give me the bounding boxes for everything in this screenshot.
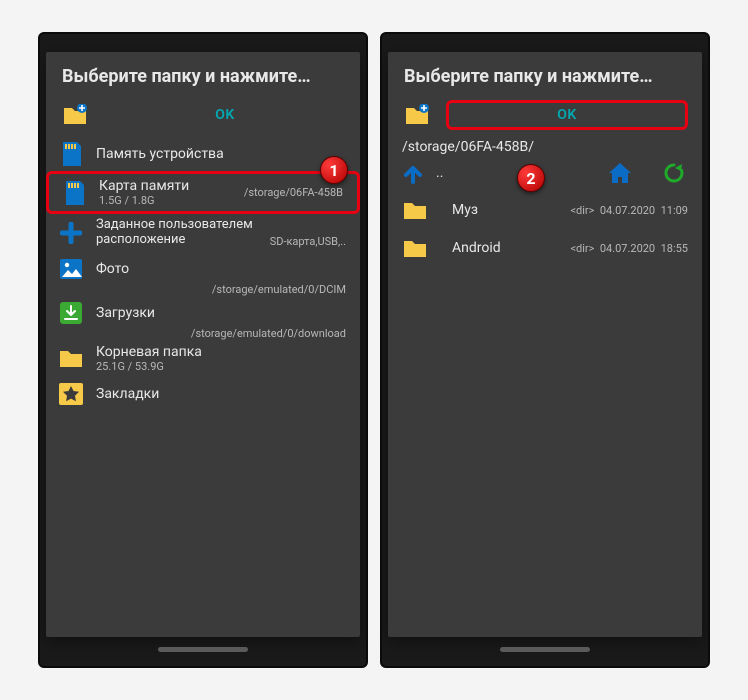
item-label: Заданное пользователем расположение	[96, 218, 270, 248]
storage-list: Память устройства Карта памяти 1.5G / 1.…	[46, 133, 360, 415]
download-icon	[58, 300, 84, 326]
folder-dialog: Выберите папку и нажмите… OK Память устр…	[46, 52, 360, 637]
star-icon	[58, 381, 84, 407]
home-indicator	[500, 647, 590, 652]
dialog-title: Выберите папку и нажмите…	[46, 52, 360, 97]
folder-meta: <dir> 04.07.2020 11:09	[570, 204, 688, 217]
home-indicator	[158, 647, 248, 652]
item-downloads[interactable]: Загрузки /storage/emulated/0/download	[46, 296, 360, 330]
ok-button[interactable]: OK	[446, 100, 688, 130]
nav-up[interactable]: ..	[402, 162, 580, 184]
phone-left: Выберите папку и нажмите… OK Память устр…	[38, 32, 368, 668]
folder-name: Android	[452, 240, 570, 256]
current-path: /storage/06FA-458B/	[388, 133, 702, 155]
ok-button[interactable]: OK	[104, 107, 346, 123]
annotation-badge-1: 1	[320, 156, 348, 184]
item-sublabel: 1.5G / 1.8G	[99, 194, 244, 207]
sd-icon	[61, 180, 87, 206]
folder-icon	[402, 197, 428, 223]
item-path: /storage/emulated/0/DCIM	[212, 283, 346, 296]
item-label: Карта памяти	[99, 178, 244, 194]
up-label: ..	[436, 165, 443, 181]
new-folder-button[interactable]	[402, 103, 432, 127]
annotation-badge-2: 2	[517, 164, 545, 192]
item-path: SD-карта,USB,..	[270, 235, 346, 248]
file-list: Муз <dir> 04.07.2020 11:09 Android <dir>…	[388, 191, 702, 267]
item-bookmarks[interactable]: Закладки	[46, 377, 360, 411]
item-label: Память устройства	[96, 146, 346, 162]
folder-row[interactable]: Android <dir> 04.07.2020 18:55	[390, 229, 700, 267]
nav-refresh-icon[interactable]	[660, 159, 688, 187]
phone-right: Выберите папку и нажмите… OK /storage/06…	[380, 32, 710, 668]
item-photos[interactable]: Фото /storage/emulated/0/DCIM	[46, 252, 360, 286]
sd-icon	[58, 141, 84, 167]
dialog-toolbar: OK	[388, 97, 702, 133]
nav-home-icon[interactable]	[606, 159, 634, 187]
folder-meta: <dir> 04.07.2020 18:55	[570, 242, 688, 255]
folder-name: Муз	[452, 202, 570, 218]
folder-icon	[402, 235, 428, 261]
item-sublabel: 25.1G / 53.9G	[96, 360, 346, 373]
folder-icon	[58, 345, 84, 371]
photo-icon	[58, 256, 84, 282]
plus-icon	[58, 220, 84, 246]
item-path: /storage/06FA-458B	[244, 186, 343, 199]
item-label: Фото	[96, 261, 346, 277]
folder-dialog: Выберите папку и нажмите… OK /storage/06…	[388, 52, 702, 637]
item-label: Загрузки	[96, 305, 346, 321]
dialog-toolbar: OK	[46, 97, 360, 133]
item-user-defined[interactable]: Заданное пользователем расположение SD-к…	[46, 214, 360, 252]
nav-bar: ..	[388, 155, 702, 191]
folder-row[interactable]: Муз <dir> 04.07.2020 11:09	[390, 191, 700, 229]
item-label: Закладки	[96, 386, 346, 402]
new-folder-button[interactable]	[60, 103, 90, 127]
item-label: Корневая папка	[96, 344, 346, 360]
item-sd-card[interactable]: Карта памяти 1.5G / 1.8G /storage/06FA-4…	[46, 171, 360, 214]
item-path: /storage/emulated/0/download	[191, 327, 346, 340]
item-root[interactable]: Корневая папка 25.1G / 53.9G	[46, 340, 360, 377]
dialog-title: Выберите папку и нажмите…	[388, 52, 702, 97]
item-device-storage[interactable]: Память устройства	[46, 137, 360, 171]
